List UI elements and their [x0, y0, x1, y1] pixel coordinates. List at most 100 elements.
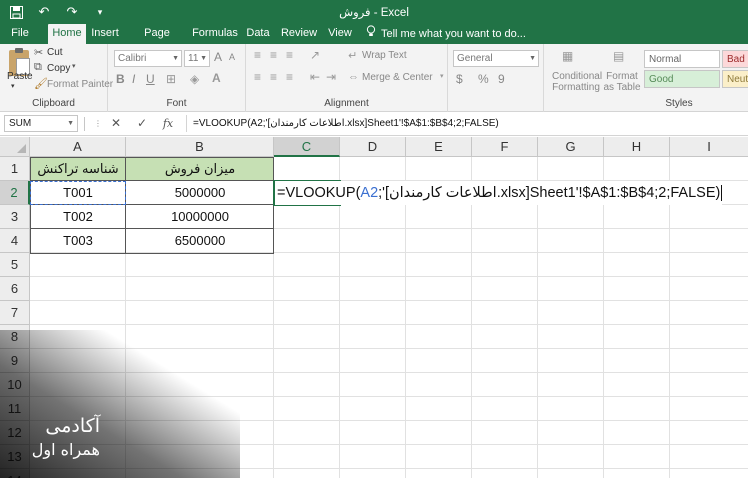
copy-dropdown-icon[interactable]: ▾ [72, 62, 76, 70]
scissors-icon: ✂ [34, 47, 44, 59]
tab-data[interactable]: Data [243, 24, 273, 44]
tab-view[interactable]: View [324, 24, 356, 44]
column-header-a[interactable]: A [30, 137, 126, 157]
row-header-2[interactable]: 2 [0, 181, 30, 205]
tab-home[interactable]: Home [48, 24, 86, 44]
name-box-value: SUM [9, 118, 32, 129]
column-header-h[interactable]: H [604, 137, 670, 157]
column-header-c[interactable]: C [274, 137, 340, 157]
middle-align-icon[interactable]: ≡ [270, 48, 277, 62]
row-header-6[interactable]: 6 [0, 277, 30, 301]
increase-indent-icon[interactable]: ⇥ [326, 70, 336, 84]
cell-b3[interactable]: 10000000 [126, 205, 274, 229]
styles-group: ▦ Conditional Formatting ▤ Format as Tab… [544, 44, 748, 112]
format-painter-button[interactable]: Format Painter [47, 79, 113, 90]
cell-a4[interactable]: T003 [30, 229, 126, 253]
window-title: فروش - Excel [339, 7, 409, 19]
editor-prefix: =VLOOKUP( [277, 185, 361, 201]
gridline [30, 300, 748, 301]
tab-file[interactable]: File [6, 24, 34, 44]
cell-c2-editor[interactable]: =VLOOKUP(A2;'[اطلاعات کارمندان.xlsx]Shee… [275, 181, 723, 205]
merge-center-button[interactable]: Merge & Center [362, 72, 433, 83]
wrap-text-button[interactable]: Wrap Text [362, 50, 407, 61]
row-header-8[interactable]: 8 [0, 325, 30, 349]
font-size-dropdown-icon: ▼ [200, 55, 207, 62]
row-header-13[interactable]: 13 [0, 445, 30, 469]
underline-button[interactable]: U [146, 72, 155, 86]
copy-icon: ⧉ [34, 61, 42, 73]
conditional-formatting-button[interactable]: Conditional Formatting [552, 71, 602, 93]
font-color-icon[interactable]: A [212, 71, 221, 85]
row-header-1[interactable]: 1 [0, 157, 30, 181]
number-format-combo[interactable]: General ▼ [453, 50, 539, 67]
select-all-button[interactable] [0, 137, 30, 157]
comma-button[interactable]: 9 [498, 72, 505, 86]
row-header-11[interactable]: 11 [0, 397, 30, 421]
currency-button[interactable]: $ [456, 72, 463, 86]
ribbon: Paste ▾ ✂ Cut ⧉ Copy ▾ 🖌 Format Painter … [0, 44, 748, 112]
style-good[interactable]: Good [644, 70, 720, 88]
row-header-10[interactable]: 10 [0, 373, 30, 397]
borders-icon[interactable]: ⊞ [166, 72, 176, 86]
cancel-formula-button[interactable]: ✕ [108, 115, 124, 132]
cut-button[interactable]: Cut [47, 47, 63, 58]
tell-me-box[interactable]: Tell me what you want to do... [366, 24, 526, 44]
shrink-font-button[interactable]: A [229, 52, 235, 62]
cell-a3[interactable]: T002 [30, 205, 126, 229]
styles-label: Styles [665, 98, 693, 109]
insert-function-button[interactable]: fx [160, 115, 176, 132]
style-neutral[interactable]: Neutr [722, 70, 748, 88]
row-header-4[interactable]: 4 [0, 229, 30, 253]
tab-review[interactable]: Review [279, 24, 319, 44]
top-align-icon[interactable]: ≡ [254, 48, 261, 62]
column-header-b[interactable]: B [126, 137, 274, 157]
style-bad[interactable]: Bad [722, 50, 748, 68]
italic-button[interactable]: I [132, 72, 135, 86]
cell-a1[interactable]: شناسه تراکنش [30, 157, 126, 181]
format-as-table-button[interactable]: Format as Table [602, 71, 642, 93]
column-header-d[interactable]: D [340, 137, 406, 157]
align-right-icon[interactable]: ≡ [286, 70, 293, 84]
font-name-combo[interactable]: Calibri ▼ [114, 50, 182, 67]
row-header-5[interactable]: 5 [0, 253, 30, 277]
merge-dropdown-icon[interactable]: ▾ [440, 72, 444, 80]
tab-page-layout[interactable]: Page Layout [127, 24, 187, 58]
percent-button[interactable]: % [478, 72, 489, 86]
cell-b2[interactable]: 5000000 [126, 181, 274, 205]
name-box[interactable]: SUM ▼ [4, 115, 78, 132]
formula-bar: SUM ▼ ⋮ ✕ ✓ fx =VLOOKUP(A2;'[اطلاعات کار… [0, 112, 748, 136]
row-header-12[interactable]: 12 [0, 421, 30, 445]
row-header-14[interactable]: 14 [0, 469, 30, 478]
column-header-i[interactable]: I [670, 137, 748, 157]
orientation-icon[interactable]: ↗ [310, 48, 320, 62]
bold-button[interactable]: B [116, 72, 125, 86]
align-center-icon[interactable]: ≡ [270, 70, 277, 84]
decrease-indent-icon[interactable]: ⇤ [310, 70, 320, 84]
bottom-align-icon[interactable]: ≡ [286, 48, 293, 62]
title-bar: ↶ ↷ ▾ فروش - Excel [0, 0, 748, 24]
enter-formula-button[interactable]: ✓ [134, 115, 150, 132]
editor-rest: ;'[اطلاعات کارمندان.xlsx]Sheet1'!$A$1:$B… [378, 185, 721, 201]
tab-insert[interactable]: Insert [88, 24, 122, 44]
paste-button[interactable]: Paste [7, 71, 33, 82]
fill-color-icon[interactable]: ◈ [190, 72, 199, 86]
cell-b1[interactable]: میزان فروش [126, 157, 274, 181]
cell-a2[interactable]: T001 [30, 181, 126, 205]
row-header-9[interactable]: 9 [0, 349, 30, 373]
font-size-combo[interactable]: 11 ▼ [184, 50, 210, 67]
row-header-7[interactable]: 7 [0, 301, 30, 325]
formula-input[interactable]: =VLOOKUP(A2;'[اطلاعات کارمندان.xlsx]Shee… [186, 115, 746, 132]
column-header-e[interactable]: E [406, 137, 472, 157]
column-header-g[interactable]: G [538, 137, 604, 157]
paste-dropdown-icon[interactable]: ▾ [11, 82, 15, 90]
row-header-3[interactable]: 3 [0, 205, 30, 229]
copy-button[interactable]: Copy [47, 63, 70, 74]
tab-formulas[interactable]: Formulas [192, 24, 238, 44]
style-normal[interactable]: Normal [644, 50, 720, 68]
gridline [30, 372, 748, 373]
gridline [30, 276, 748, 277]
align-left-icon[interactable]: ≡ [254, 70, 261, 84]
cell-b4[interactable]: 6500000 [126, 229, 274, 253]
grow-font-button[interactable]: A [214, 50, 222, 64]
column-header-f[interactable]: F [472, 137, 538, 157]
